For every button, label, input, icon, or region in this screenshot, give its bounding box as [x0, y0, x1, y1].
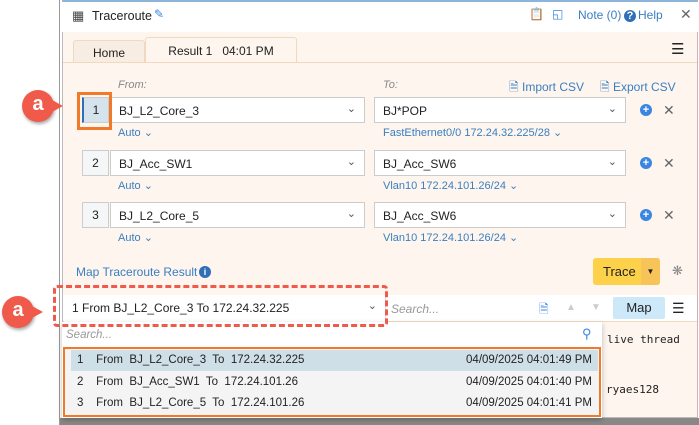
chevron-down-icon: ⌄: [607, 208, 617, 220]
chevron-down-icon: ⌄: [346, 156, 356, 168]
clipboard-icon[interactable]: 📋: [529, 7, 544, 21]
from-value: BJ_Acc_SW1: [119, 157, 193, 171]
dashed-highlight-box: [53, 285, 388, 327]
list-item[interactable]: 2 From BJ_Acc_SW1 To 172.24.101.26 04/09/…: [71, 372, 598, 393]
chevron-down-icon: ⌄: [607, 156, 617, 168]
to-label: To:: [383, 79, 398, 91]
dropdown-search-input[interactable]: Search...: [66, 329, 112, 341]
to-interface-select[interactable]: Vlan10 172.24.101.26/24 ⌄: [383, 231, 518, 244]
find-icon[interactable]: 🗎: [539, 300, 549, 321]
chevron-down-icon: ⌄: [346, 103, 356, 115]
tab-home[interactable]: Home: [73, 40, 145, 63]
remove-row-icon[interactable]: ✕: [663, 207, 675, 224]
edit-icon[interactable]: ✎: [154, 7, 164, 21]
add-row-icon[interactable]: +: [640, 209, 652, 221]
trace-button[interactable]: Trace: [603, 264, 636, 279]
from-select[interactable]: BJ_L2_Core_5 ⌄: [110, 202, 365, 228]
remove-row-icon[interactable]: ✕: [663, 102, 675, 119]
add-row-icon[interactable]: +: [640, 104, 652, 116]
console-line: ryaes128: [606, 383, 659, 396]
map-button[interactable]: Map: [613, 297, 665, 319]
to-select[interactable]: BJ_Acc_SW6 ⌄: [374, 150, 626, 176]
map-traceroute-result-label: Map Traceroute Result: [76, 265, 198, 279]
console-line: live thread: [607, 333, 680, 346]
chevron-down-icon: ⌄: [346, 208, 356, 220]
to-value: BJ_Acc_SW6: [383, 157, 457, 171]
list-item[interactable]: 1 From BJ_L2_Core_3 To 172.24.32.225 04/0…: [71, 350, 598, 371]
to-value: BJ*POP: [383, 104, 428, 118]
close-icon[interactable]: ✕: [680, 6, 692, 23]
from-select[interactable]: BJ_L2_Core_3 ⌄: [110, 97, 365, 123]
import-csv-button[interactable]: 🗎 Import CSV: [509, 78, 584, 99]
from-label: From:: [118, 79, 147, 91]
export-icon: 🗎: [600, 80, 610, 94]
trace-button-group: Trace ▼: [593, 258, 660, 285]
annotation-badge: a: [2, 296, 43, 328]
to-select[interactable]: BJ_Acc_SW6 ⌄: [374, 202, 626, 228]
help-icon: ?: [624, 10, 636, 22]
row-number[interactable]: 2: [82, 150, 109, 176]
to-select[interactable]: BJ*POP ⌄: [374, 97, 626, 123]
background-left: [0, 0, 60, 425]
search-icon: ⚲: [582, 326, 592, 341]
note-button[interactable]: Note (0): [578, 8, 621, 22]
from-interface-select[interactable]: Auto ⌄: [118, 231, 153, 244]
background-bottom: [60, 418, 699, 425]
chevron-down-icon: ⌄: [607, 103, 617, 115]
to-interface-select[interactable]: Vlan10 172.24.101.26/24 ⌄: [383, 179, 518, 192]
share-icon[interactable]: ◱: [552, 7, 563, 21]
result-search-input[interactable]: Search...: [391, 302, 439, 316]
tab-divider: [63, 62, 697, 63]
from-interface-select[interactable]: Auto ⌄: [118, 179, 153, 192]
trace-dropdown-icon[interactable]: ▼: [641, 258, 660, 285]
menu-icon[interactable]: ☰: [671, 40, 684, 58]
down-arrow-icon[interactable]: ▼: [591, 302, 601, 313]
row-number[interactable]: 3: [82, 202, 109, 228]
import-icon: 🗎: [509, 80, 519, 94]
traceroute-icon: ▦: [72, 8, 85, 23]
to-value: BJ_Acc_SW6: [383, 209, 457, 223]
list-item[interactable]: 3 From BJ_L2_Core_5 To 172.24.101.26 04/0…: [71, 393, 598, 414]
from-select[interactable]: BJ_Acc_SW1 ⌄: [110, 150, 365, 176]
info-icon[interactable]: i: [199, 266, 211, 278]
to-interface-select[interactable]: FastEthernet0/0 172.24.32.225/28 ⌄: [383, 126, 562, 139]
up-arrow-icon[interactable]: ▲: [566, 302, 576, 313]
export-csv-button[interactable]: 🗎 Export CSV: [600, 78, 676, 99]
add-row-icon[interactable]: +: [640, 157, 652, 169]
highlight-box: [77, 92, 112, 130]
toolbar-menu-icon[interactable]: ☰: [672, 300, 685, 317]
from-value: BJ_L2_Core_5: [119, 209, 200, 223]
help-button[interactable]: Help: [638, 8, 663, 22]
from-value: BJ_L2_Core_3: [119, 104, 200, 118]
annotation-badge: a: [22, 90, 63, 122]
settings-icon[interactable]: ❋: [672, 263, 683, 279]
from-interface-select[interactable]: Auto ⌄: [118, 126, 153, 139]
tab-result-1[interactable]: Result 1 04:01 PM: [145, 37, 297, 63]
remove-row-icon[interactable]: ✕: [663, 155, 675, 172]
window-title: Traceroute: [92, 9, 152, 23]
